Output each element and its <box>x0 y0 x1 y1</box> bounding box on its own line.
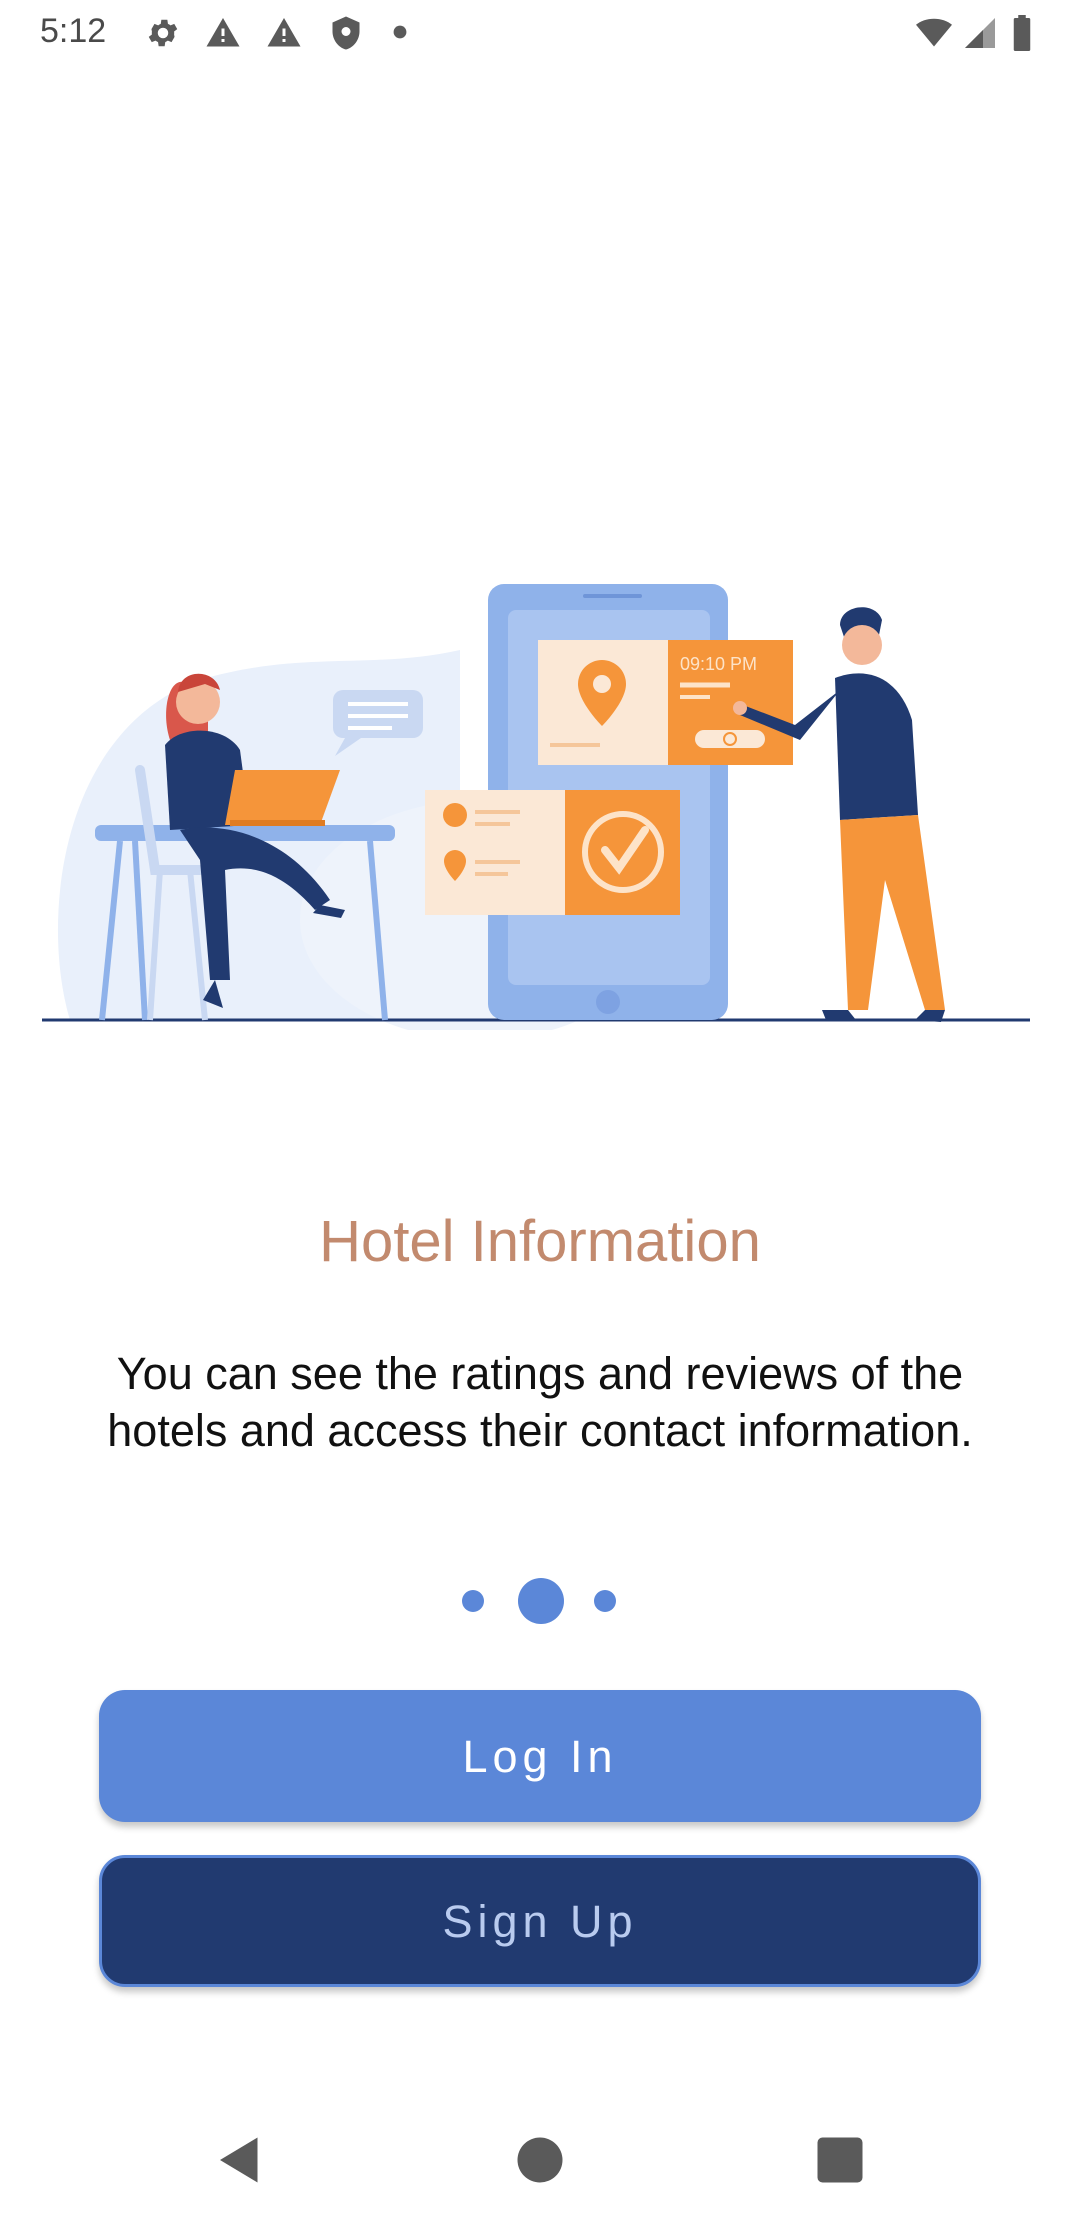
page-title: Hotel Information <box>319 1209 761 1274</box>
status-bar: 5:12 <box>0 0 1080 66</box>
home-icon[interactable] <box>510 2130 570 2190</box>
settings-gear-icon <box>145 15 181 51</box>
alert-icon <box>205 15 241 51</box>
page-indicator <box>0 1578 1080 1624</box>
cell-signal-icon <box>962 15 998 51</box>
wifi-icon <box>912 15 956 51</box>
page-description: You can see the ratings and reviews of t… <box>107 1348 973 1456</box>
signup-button[interactable]: Sign Up <box>99 1855 981 1987</box>
navigation-bar <box>0 2090 1080 2220</box>
battery-icon <box>1010 15 1034 51</box>
page-dot-active[interactable] <box>518 1578 564 1624</box>
shield-icon <box>328 15 364 51</box>
phone-time-label: 09:10 PM <box>680 654 757 674</box>
login-button[interactable]: Log In <box>99 1690 981 1822</box>
hotel-booking-illustration: 09:10 PM <box>40 580 1040 1030</box>
alert-icon <box>266 15 302 51</box>
status-time: 5:12 <box>40 12 107 50</box>
page-dot[interactable] <box>462 1590 484 1612</box>
dot-icon <box>392 24 408 40</box>
page-dot[interactable] <box>594 1590 616 1612</box>
recents-icon[interactable] <box>810 2130 870 2190</box>
back-icon[interactable] <box>210 2130 270 2190</box>
